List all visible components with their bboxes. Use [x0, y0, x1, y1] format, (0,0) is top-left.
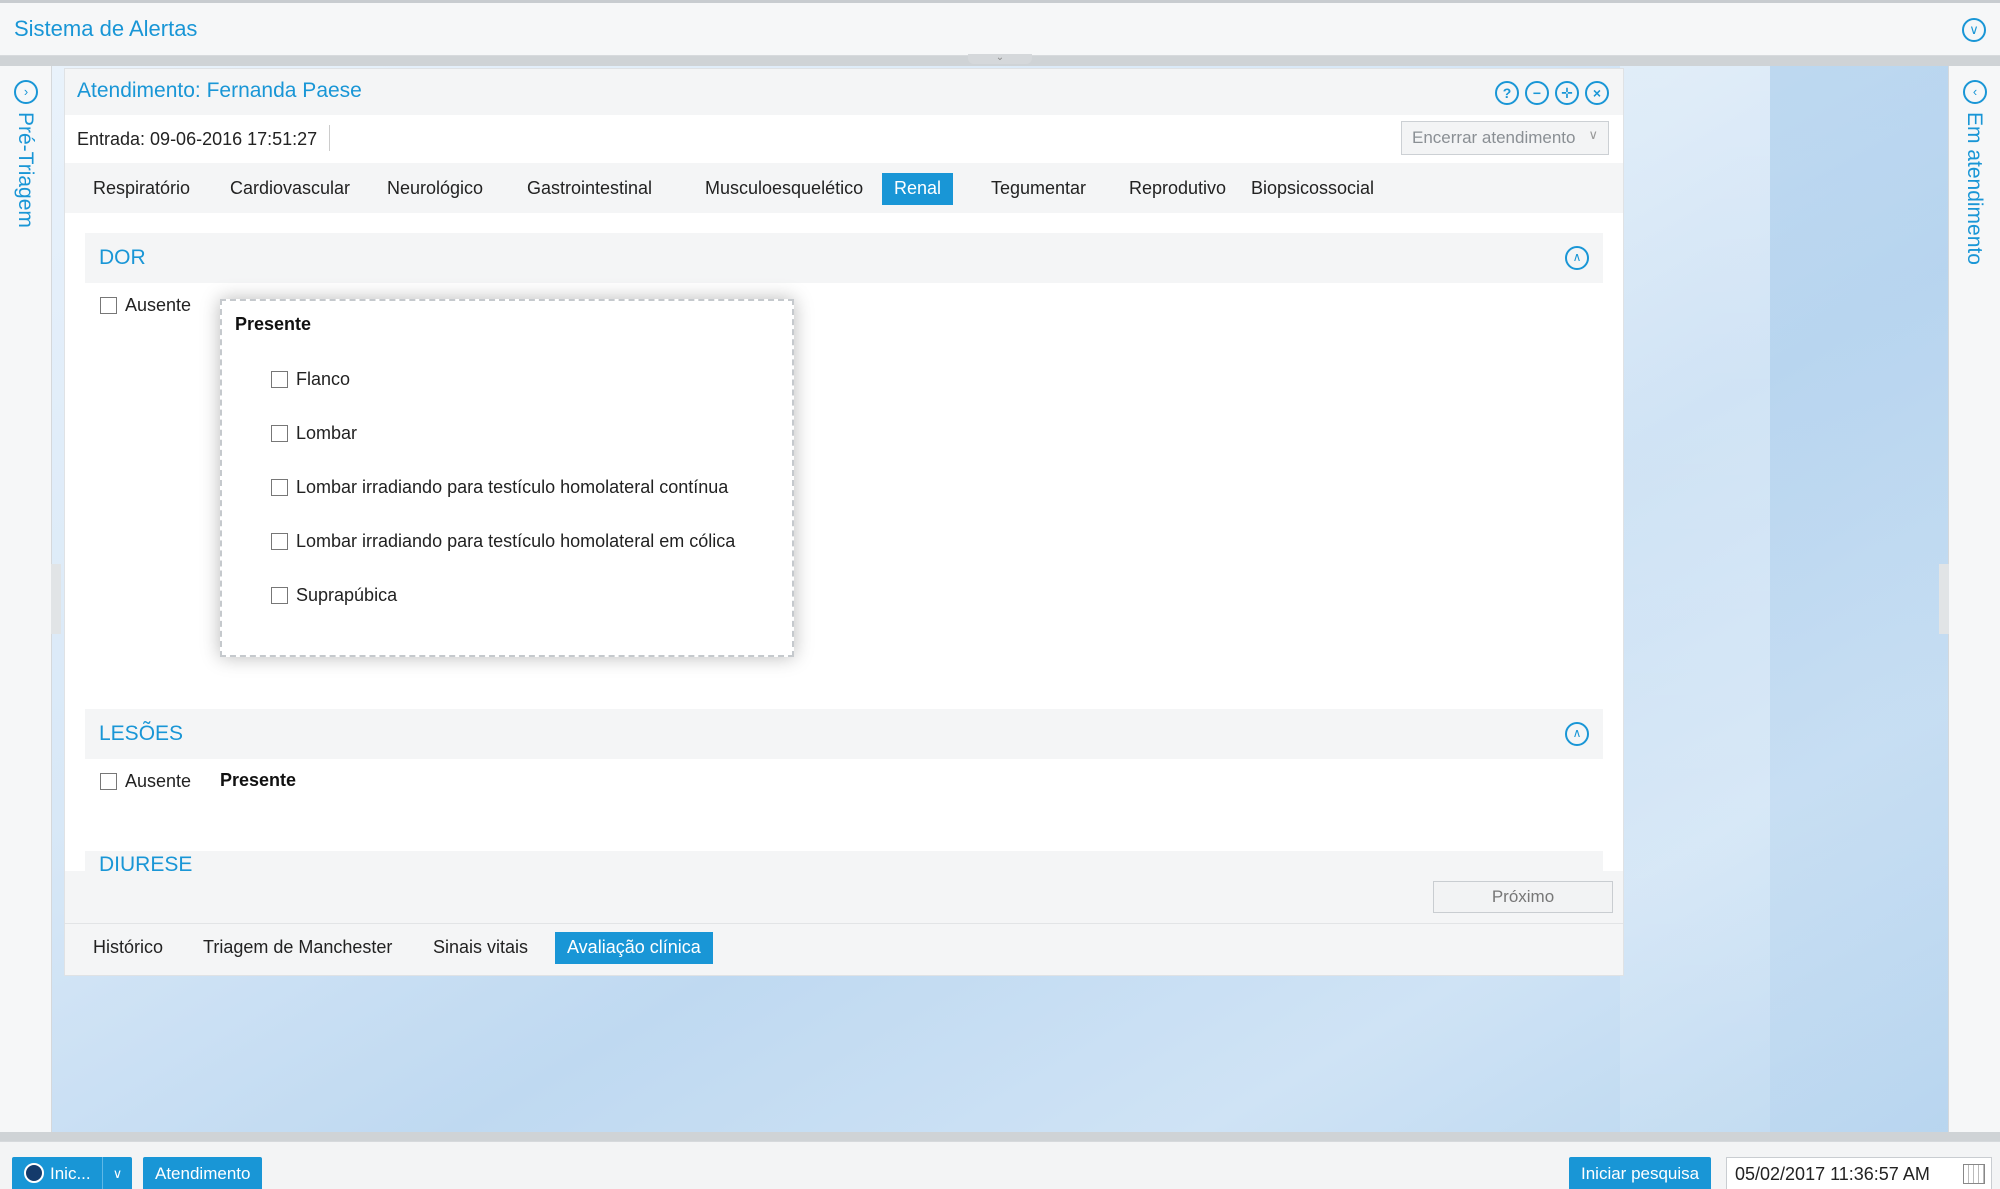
lesoes-ausente-label: Ausente — [125, 771, 192, 791]
dor-ausente-label: Ausente — [125, 295, 192, 315]
dor-presente-title: Presente — [235, 314, 312, 334]
desktop-decoration — [1770, 66, 1948, 1132]
em-atendimento-label[interactable]: Em atendimento — [1962, 112, 1986, 265]
bottom-tabs: Histórico Triagem de Manchester Sinais v… — [65, 923, 1623, 975]
tab-cardiovascular[interactable]: Cardiovascular — [218, 173, 362, 205]
datetime-field[interactable]: 05/02/2017 11:36:57 AM — [1726, 1157, 1992, 1189]
option-lombar[interactable]: Lombar — [271, 423, 357, 444]
tab-biopsicossocial[interactable]: Biopsicossocial — [1239, 173, 1386, 205]
taskbar: Inic... ∨ Atendimento Iniciar pesquisa 0… — [0, 1141, 2000, 1189]
option-label: Lombar irradiando para testículo homolat… — [296, 531, 736, 551]
pre-triagem-label[interactable]: Pré-Triagem — [13, 112, 37, 228]
navigation-bar: Próximo — [65, 871, 1623, 923]
chevron-right-icon[interactable]: › — [14, 80, 38, 104]
checkbox-box[interactable] — [271, 587, 288, 604]
iniciar-pesquisa-button[interactable]: Iniciar pesquisa — [1569, 1157, 1712, 1189]
chevron-left-icon[interactable]: ‹ — [1963, 80, 1987, 104]
tab-tegumentar[interactable]: Tegumentar — [979, 173, 1098, 205]
entrada-timestamp: Entrada: 09-06-2016 17:51:27 — [77, 129, 318, 149]
option-label: Flanco — [296, 369, 351, 389]
tab-reprodutivo[interactable]: Reprodutivo — [1117, 173, 1238, 205]
desktop-decoration — [1620, 66, 1770, 1132]
left-panel-handle[interactable] — [51, 564, 61, 634]
tab-neurologico[interactable]: Neurológico — [375, 173, 495, 205]
move-icon[interactable]: ✛ — [1555, 81, 1579, 105]
help-icon[interactable]: ? — [1495, 81, 1519, 105]
tab-musculoesqueletico[interactable]: Musculoesquelético — [693, 173, 875, 205]
calendar-icon[interactable] — [1963, 1164, 1985, 1184]
tab-historico[interactable]: Histórico — [81, 932, 175, 964]
section-lesoes-header[interactable]: LESÕES ∧ — [85, 709, 1603, 759]
app-header: Sistema de Alertas ∨ — [0, 0, 2000, 56]
proximo-button[interactable]: Próximo — [1433, 881, 1613, 913]
section-dor-header[interactable]: DOR ∧ — [85, 233, 1603, 283]
atendimento-button[interactable]: Atendimento — [143, 1157, 263, 1189]
tab-triagem-manchester[interactable]: Triagem de Manchester — [191, 932, 404, 964]
divider — [329, 125, 330, 151]
category-tabs: Respiratório Cardiovascular Neurológico … — [65, 163, 1623, 213]
top-collapse-handle[interactable]: ⌄ — [968, 53, 1032, 64]
chevron-down-icon[interactable]: ∨ — [1962, 18, 1986, 42]
pre-triagem-panel[interactable]: › Pré-Triagem — [0, 66, 61, 1132]
chevron-down-icon: ∨ — [1588, 127, 1598, 142]
window-header: Atendimento: Fernanda Paese ? − ✛ × — [65, 69, 1623, 115]
option-lombar-irradiando-continua[interactable]: Lombar irradiando para testículo homolat… — [271, 477, 728, 498]
checkbox-box[interactable] — [271, 425, 288, 442]
encerrar-atendimento-dropdown[interactable]: Encerrar atendimento ∨ — [1401, 121, 1609, 155]
inic-button[interactable]: Inic... ∨ — [12, 1157, 132, 1189]
right-panel-handle[interactable] — [1939, 564, 1949, 634]
app-logo-icon — [24, 1163, 44, 1183]
dor-presente-popup: Presente Flanco Lombar Lombar irradiando… — [220, 299, 794, 657]
window-title: Atendimento: Fernanda Paese — [77, 79, 362, 102]
close-icon[interactable]: × — [1585, 81, 1609, 105]
tab-gastrointestinal[interactable]: Gastrointestinal — [515, 173, 664, 205]
checkbox-box[interactable] — [271, 371, 288, 388]
lesoes-presente-label[interactable]: Presente — [220, 770, 296, 791]
tab-avaliacao-clinica[interactable]: Avaliação clínica — [555, 932, 713, 964]
chevron-up-icon[interactable]: ∧ — [1565, 246, 1589, 270]
encerrar-label: Encerrar atendimento — [1412, 128, 1576, 147]
tab-respiratorio[interactable]: Respiratório — [81, 173, 202, 205]
app-title: Sistema de Alertas — [14, 16, 198, 41]
section-diurese-title: DIURESE — [99, 853, 193, 871]
option-lombar-irradiando-colica[interactable]: Lombar irradiando para testículo homolat… — [271, 531, 735, 552]
dor-ausente-checkbox[interactable]: Ausente — [100, 295, 191, 316]
tab-sinais-vitais[interactable]: Sinais vitais — [421, 932, 540, 964]
checkbox-box[interactable] — [271, 533, 288, 550]
option-suprapubica[interactable]: Suprapúbica — [271, 585, 397, 606]
chevron-up-icon[interactable]: ∧ — [1565, 722, 1589, 746]
minimize-icon[interactable]: − — [1525, 81, 1549, 105]
option-label: Lombar — [296, 423, 358, 443]
section-lesoes-title: LESÕES — [99, 722, 184, 745]
em-atendimento-panel[interactable]: ‹ Em atendimento — [1939, 66, 2000, 1132]
option-label: Lombar irradiando para testículo homolat… — [296, 477, 729, 497]
entrada-row: Entrada: 09-06-2016 17:51:27 — [65, 115, 1623, 163]
section-diurese-header[interactable]: DIURESE — [85, 851, 1603, 871]
lesoes-ausente-checkbox[interactable]: Ausente — [100, 771, 191, 792]
atendimento-window: Atendimento: Fernanda Paese ? − ✛ × Entr… — [64, 68, 1624, 976]
checkbox-box[interactable] — [100, 297, 117, 314]
checkbox-box[interactable] — [271, 479, 288, 496]
chevron-down-icon[interactable]: ∨ — [102, 1157, 132, 1189]
checkbox-box[interactable] — [100, 773, 117, 790]
inic-label: Inic... — [50, 1164, 91, 1183]
datetime-value: 05/02/2017 11:36:57 AM — [1735, 1164, 1930, 1184]
option-label: Suprapúbica — [296, 585, 398, 605]
option-flanco[interactable]: Flanco — [271, 369, 350, 390]
tab-renal[interactable]: Renal — [882, 173, 954, 205]
section-dor-title: DOR — [99, 246, 146, 269]
